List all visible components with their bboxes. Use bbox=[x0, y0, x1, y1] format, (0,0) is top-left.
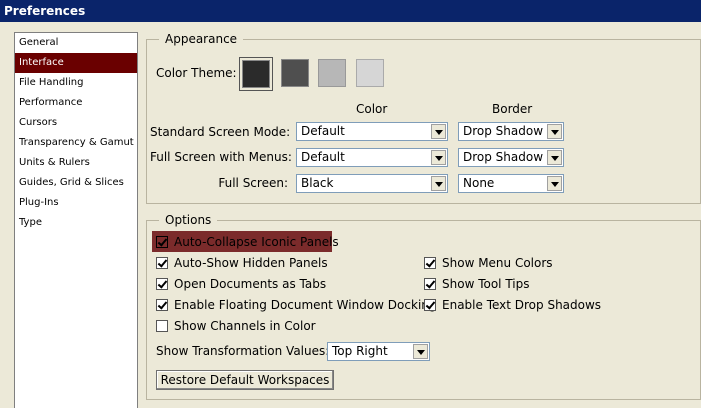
chevron-down-icon[interactable] bbox=[431, 176, 446, 191]
theme-swatch-light[interactable] bbox=[318, 59, 346, 87]
show-menu-colors-checkbox[interactable]: Show Menu Colors bbox=[424, 255, 553, 271]
auto-show-label: Auto-Show Hidden Panels bbox=[174, 256, 328, 270]
full-screen-label: Full Screen: bbox=[218, 176, 288, 190]
sidebar-item-units-rulers[interactable]: Units & Rulers bbox=[15, 153, 137, 173]
restore-default-workspaces-button[interactable]: Restore Default Workspaces bbox=[156, 370, 334, 390]
transform-values-value: Top Right bbox=[332, 344, 388, 358]
checkbox-checked-icon[interactable] bbox=[424, 256, 436, 269]
standard-screen-border-value: Drop Shadow bbox=[463, 124, 544, 138]
chevron-down-icon[interactable] bbox=[431, 150, 446, 165]
standard-screen-color-value: Default bbox=[301, 124, 345, 138]
column-header-border: Border bbox=[492, 102, 533, 116]
show-tool-tips-checkbox[interactable]: Show Tool Tips bbox=[424, 276, 529, 292]
auto-collapse-iconic-panels-checkbox[interactable]: Auto-Collapse Iconic Panels bbox=[156, 234, 339, 250]
full-screen-menus-border-value: Drop Shadow bbox=[463, 150, 544, 164]
checkbox-checked-icon[interactable] bbox=[156, 256, 168, 269]
theme-swatch-darkest[interactable] bbox=[242, 60, 270, 88]
checkbox-checked-icon[interactable] bbox=[424, 298, 436, 311]
auto-collapse-label: Auto-Collapse Iconic Panels bbox=[174, 235, 339, 249]
sidebar-item-type[interactable]: Type bbox=[15, 213, 137, 233]
menu-colors-label: Show Menu Colors bbox=[442, 256, 553, 270]
text-shadows-label: Enable Text Drop Shadows bbox=[442, 298, 602, 312]
chevron-down-icon[interactable] bbox=[547, 150, 562, 165]
sidebar-item-plug-ins[interactable]: Plug-Ins bbox=[15, 193, 137, 213]
standard-screen-border-select[interactable]: Drop Shadow bbox=[458, 122, 564, 141]
open-documents-as-tabs-checkbox[interactable]: Open Documents as Tabs bbox=[156, 276, 326, 292]
tool-tips-label: Show Tool Tips bbox=[442, 277, 530, 291]
checkbox-checked-icon[interactable] bbox=[156, 235, 168, 248]
full-screen-border-select[interactable]: None bbox=[458, 174, 564, 193]
checkbox-checked-icon[interactable] bbox=[156, 298, 168, 311]
checkbox-unchecked-icon[interactable] bbox=[156, 319, 168, 332]
floating-window-docking-checkbox[interactable]: Enable Floating Document Window Docking bbox=[156, 297, 437, 313]
full-screen-menus-color-select[interactable]: Default bbox=[296, 148, 448, 167]
auto-show-hidden-panels-checkbox[interactable]: Auto-Show Hidden Panels bbox=[156, 255, 328, 271]
full-screen-menus-border-select[interactable]: Drop Shadow bbox=[458, 148, 564, 167]
sidebar-item-general[interactable]: General bbox=[15, 33, 137, 53]
chevron-down-icon[interactable] bbox=[413, 344, 428, 359]
theme-swatch-dark[interactable] bbox=[281, 59, 309, 87]
chevron-down-icon[interactable] bbox=[547, 176, 562, 191]
color-theme-label: Color Theme: bbox=[156, 66, 237, 80]
sidebar-item-cursors[interactable]: Cursors bbox=[15, 113, 137, 133]
sidebar-item-interface[interactable]: Interface bbox=[15, 53, 137, 73]
window-title: Preferences bbox=[4, 4, 86, 18]
full-screen-color-value: Black bbox=[301, 176, 334, 190]
sidebar-item-transparency-gamut[interactable]: Transparency & Gamut bbox=[15, 133, 137, 153]
show-channels-in-color-checkbox[interactable]: Show Channels in Color bbox=[156, 318, 316, 334]
appearance-title: Appearance bbox=[159, 31, 244, 47]
open-docs-tabs-label: Open Documents as Tabs bbox=[174, 277, 327, 291]
transform-values-label: Show Transformation Values: bbox=[156, 344, 330, 358]
full-screen-color-select[interactable]: Black bbox=[296, 174, 448, 193]
full-screen-border-value: None bbox=[463, 176, 495, 190]
floating-docking-label: Enable Floating Document Window Docking bbox=[174, 298, 437, 312]
standard-screen-mode-label: Standard Screen Mode: bbox=[150, 125, 291, 139]
full-screen-menus-color-value: Default bbox=[301, 150, 345, 164]
checkbox-checked-icon[interactable] bbox=[156, 277, 168, 290]
text-drop-shadows-checkbox[interactable]: Enable Text Drop Shadows bbox=[424, 297, 601, 313]
theme-swatch-lightest[interactable] bbox=[356, 59, 384, 87]
channels-color-label: Show Channels in Color bbox=[174, 319, 316, 333]
sidebar-item-file-handling[interactable]: File Handling bbox=[15, 73, 137, 93]
full-screen-menus-label: Full Screen with Menus: bbox=[150, 150, 292, 164]
window-title-bar: Preferences bbox=[0, 0, 701, 22]
chevron-down-icon[interactable] bbox=[431, 124, 446, 139]
sidebar-item-performance[interactable]: Performance bbox=[15, 93, 137, 113]
checkbox-checked-icon[interactable] bbox=[424, 277, 436, 290]
preferences-sidebar: General Interface File Handling Performa… bbox=[14, 32, 138, 408]
column-header-color: Color bbox=[356, 102, 388, 116]
chevron-down-icon[interactable] bbox=[547, 124, 562, 139]
sidebar-item-guides-grid-slices[interactable]: Guides, Grid & Slices bbox=[15, 173, 137, 193]
transform-values-select[interactable]: Top Right bbox=[327, 342, 430, 361]
standard-screen-color-select[interactable]: Default bbox=[296, 122, 448, 141]
options-title: Options bbox=[159, 212, 218, 228]
